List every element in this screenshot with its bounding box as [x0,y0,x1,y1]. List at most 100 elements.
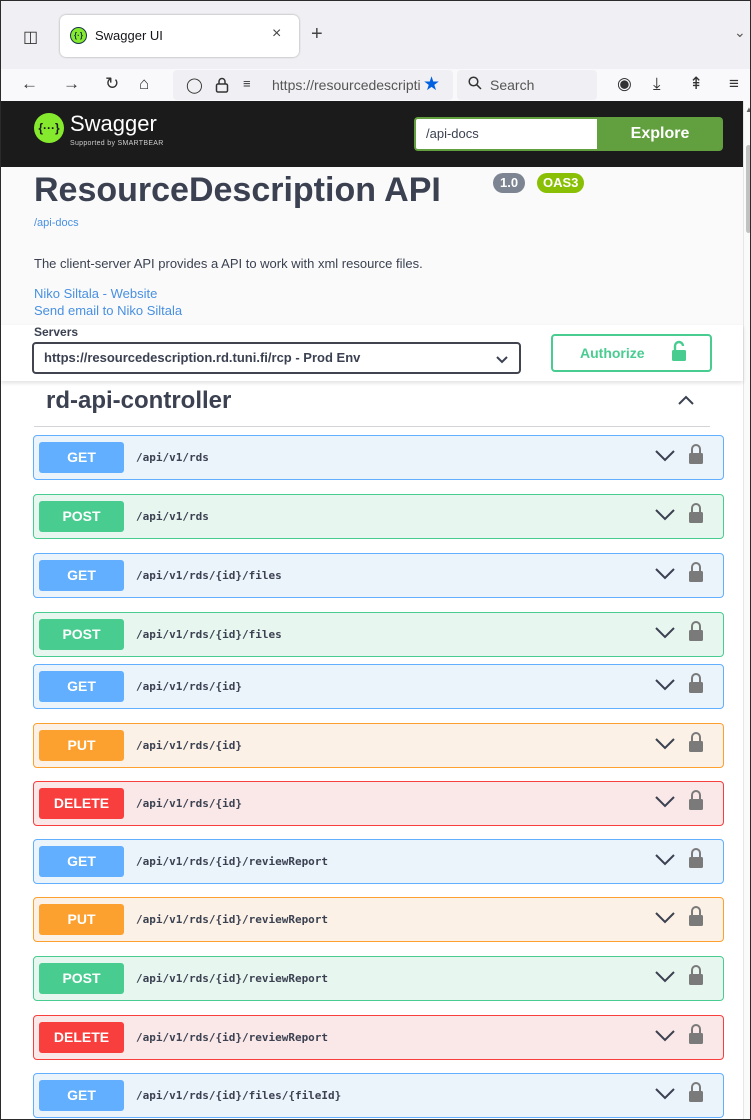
lock-icon[interactable] [215,77,229,93]
operation-get[interactable]: GET/api/v1/rds [33,435,724,480]
operation-path[interactable]: /api/v1/rds/{id}/reviewReport [136,1031,328,1044]
downloads-icon[interactable]: ⤓ [653,74,661,94]
explore-button[interactable]: Explore [597,117,723,151]
method-badge[interactable]: POST [39,963,124,994]
operation-path[interactable]: /api/v1/rds/{id} [136,680,242,693]
lock-icon[interactable] [688,789,704,811]
chevron-down-icon[interactable] [654,790,676,812]
operation-put[interactable]: PUT/api/v1/rds/{id}/reviewReport [33,897,724,942]
operation-path[interactable]: /api/v1/rds/{id}/files [136,628,282,641]
lock-icon[interactable] [688,502,704,524]
operation-post[interactable]: POST/api/v1/rds [33,494,724,539]
method-badge[interactable]: GET [39,442,124,473]
search-placeholder: Search [490,77,535,93]
contact-website-link[interactable]: Niko Siltala - Website [34,286,157,301]
operation-post[interactable]: POST/api/v1/rds/{id}/reviewReport [33,956,724,1001]
shield-icon[interactable]: ◯ [186,76,203,94]
menu-icon[interactable]: ≡ [729,74,739,94]
method-badge[interactable]: DELETE [39,788,124,819]
method-badge[interactable]: PUT [39,730,124,761]
operation-get[interactable]: GET/api/v1/rds/{id}/files/{fileId} [33,1073,724,1118]
chevron-up-icon[interactable] [676,390,696,410]
scrollbar-thumb[interactable] [746,145,750,233]
forward-icon[interactable]: → [63,74,80,94]
page-scrollbar[interactable]: ▲ [743,101,750,1119]
spec-url-input[interactable]: /api-docs [414,117,597,151]
pocket-icon[interactable]: ◉ [617,74,632,94]
operation-path[interactable]: /api/v1/rds [136,451,209,464]
operation-get[interactable]: GET/api/v1/rds/{id}/reviewReport [33,839,724,884]
lock-icon[interactable] [688,561,704,583]
address-bar[interactable]: ◯ ≡ https://resourcedescription.rd.tuni.… [173,70,453,100]
operation-path[interactable]: /api/v1/rds/{id}/files [136,569,282,582]
server-select[interactable]: https://resourcedescription.rd.tuni.fi/r… [32,342,521,374]
lock-icon[interactable] [688,1023,704,1045]
chevron-down-icon[interactable] [654,621,676,643]
method-badge[interactable]: POST [39,501,124,532]
chevron-down-icon[interactable] [654,1024,676,1046]
bookmark-star-icon[interactable]: ★ [423,73,440,96]
operation-path[interactable]: /api/v1/rds/{id}/reviewReport [136,972,328,985]
swagger-logo-icon[interactable]: {···} [34,113,64,143]
chevron-down-icon[interactable] [654,444,676,466]
tab-overview-icon[interactable]: ◫ [23,27,38,47]
operation-put[interactable]: PUT/api/v1/rds/{id} [33,723,724,768]
lock-icon[interactable] [688,731,704,753]
method-badge[interactable]: POST [39,619,124,650]
list-all-tabs-icon[interactable]: ⌄ [734,24,746,41]
operation-path[interactable]: /api/v1/rds/{id}/files/{fileId} [136,1089,341,1102]
operation-delete[interactable]: DELETE/api/v1/rds/{id} [33,781,724,826]
swagger-logo-text[interactable]: Swagger [70,111,157,137]
chevron-down-icon[interactable] [654,673,676,695]
chevron-down-icon[interactable] [654,848,676,870]
chevron-down-icon[interactable] [654,1082,676,1104]
lock-icon[interactable] [688,1081,704,1103]
operation-path[interactable]: /api/v1/rds/{id}/reviewReport [136,913,328,926]
operation-path[interactable]: /api/v1/rds [136,510,209,523]
operation-path[interactable]: /api/v1/rds/{id} [136,739,242,752]
close-tab-icon[interactable]: × [272,25,281,43]
api-description: The client-server API provides a API to … [34,256,423,271]
chevron-down-icon[interactable] [654,906,676,928]
chevron-down-icon[interactable] [654,562,676,584]
servers-section: Servers https://resourcedescription.rd.t… [1,325,743,381]
operation-post[interactable]: POST/api/v1/rds/{id}/files [33,612,724,657]
version-badge: 1.0 [493,173,526,193]
share-icon[interactable]: ⇞ [689,74,703,94]
method-badge[interactable]: GET [39,671,124,702]
operation-get[interactable]: GET/api/v1/rds/{id} [33,664,724,709]
lock-icon[interactable] [688,905,704,927]
authorize-button[interactable]: Authorize [551,334,712,372]
back-icon[interactable]: ← [21,74,38,94]
home-icon[interactable]: ⌂ [139,74,149,94]
swagger-topbar: {···} Swagger Supported by SMARTBEAR /ap… [1,101,743,167]
tag-title[interactable]: rd-api-controller [46,387,231,415]
scroll-up-arrow-icon[interactable]: ▲ [745,105,750,114]
lock-icon[interactable] [688,847,704,869]
lock-icon[interactable] [688,964,704,986]
lock-icon[interactable] [688,672,704,694]
contact-email-link[interactable]: Send email to Niko Siltala [34,303,182,318]
method-badge[interactable]: GET [39,1080,124,1111]
chevron-down-icon[interactable] [654,732,676,754]
operation-get[interactable]: GET/api/v1/rds/{id}/files [33,553,724,598]
operation-delete[interactable]: DELETE/api/v1/rds/{id}/reviewReport [33,1015,724,1060]
permissions-icon[interactable]: ≡ [243,76,251,91]
method-badge[interactable]: GET [39,560,124,591]
lock-icon[interactable] [688,620,704,642]
api-docs-link[interactable]: /api-docs [34,217,79,229]
reload-icon[interactable]: ↻ [105,74,119,94]
method-badge[interactable]: GET [39,846,124,877]
method-badge[interactable]: PUT [39,904,124,935]
chevron-down-icon[interactable] [654,965,676,987]
new-tab-icon[interactable]: + [311,23,323,46]
operation-path[interactable]: /api/v1/rds/{id}/reviewReport [136,855,328,868]
search-bar[interactable]: Search [457,70,597,100]
lock-icon[interactable] [688,443,704,465]
method-badge[interactable]: DELETE [39,1022,124,1053]
url-text[interactable]: https://resourcedescription.rd.tuni.fi/r… [272,77,420,93]
server-select-value: https://resourcedescription.rd.tuni.fi/r… [44,350,361,365]
operation-path[interactable]: /api/v1/rds/{id} [136,797,242,810]
chevron-down-icon[interactable] [654,503,676,525]
browser-tab[interactable]: {·} Swagger UI × [60,15,299,57]
